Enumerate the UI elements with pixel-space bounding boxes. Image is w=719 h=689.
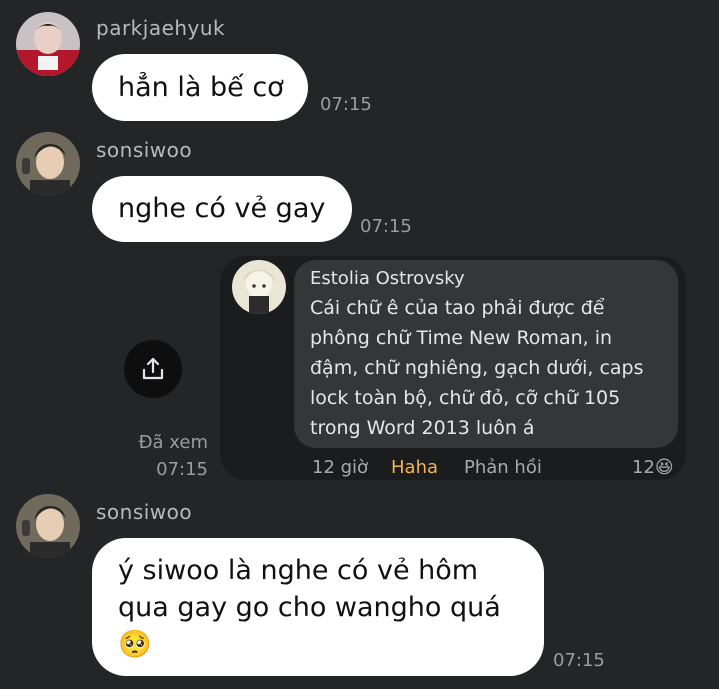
message-time: 07:15: [320, 94, 372, 115]
comment-author: Estolia Ostrovsky: [310, 268, 465, 289]
share-button[interactable]: [124, 340, 182, 398]
share-icon: [142, 357, 164, 380]
avatar-sonsiwoo[interactable]: [16, 494, 80, 558]
comment-age: 12 giờ: [312, 457, 369, 478]
message-bubble[interactable]: hẳn là bế cơ: [92, 54, 308, 121]
haha-button[interactable]: Haha: [391, 457, 438, 478]
pleading-face-icon: 🥺: [118, 629, 152, 660]
message-text-line: ý siwoo là nghe có vẻ hôm: [118, 555, 479, 586]
reply-button[interactable]: Phản hồi: [464, 457, 542, 478]
avatar-parkjaehyuk[interactable]: [16, 12, 80, 76]
avatar-estolia[interactable]: [232, 260, 286, 314]
message-sender: sonsiwoo: [96, 138, 193, 162]
seen-time: 07:15: [156, 459, 208, 480]
reaction-count[interactable]: 12😆: [632, 457, 674, 478]
message-bubble[interactable]: ý siwoo là nghe có vẻ hôm qua gay go cho…: [92, 538, 544, 676]
haha-reaction-icon: 😆: [654, 457, 674, 478]
message-time: 07:15: [553, 650, 605, 671]
message-sender: sonsiwoo: [96, 500, 193, 524]
comment-text: Cái chữ ê của tao phải được để phông chữ…: [310, 297, 644, 439]
avatar-sonsiwoo[interactable]: [16, 132, 80, 196]
reaction-count-value: 12: [632, 457, 655, 478]
message-time: 07:15: [360, 216, 412, 237]
seen-label: Đã xem: [138, 432, 208, 453]
message-text: nghe có vẻ gay: [118, 193, 326, 224]
message-sender: parkjaehyuk: [96, 16, 226, 40]
comment-box[interactable]: Estolia Ostrovsky Cái chữ ê của tao phải…: [294, 260, 678, 448]
message-bubble[interactable]: nghe có vẻ gay: [92, 176, 352, 242]
message-text: hẳn là bế cơ: [118, 72, 284, 103]
message-text-line: qua gay go cho wangho quá: [118, 592, 501, 623]
